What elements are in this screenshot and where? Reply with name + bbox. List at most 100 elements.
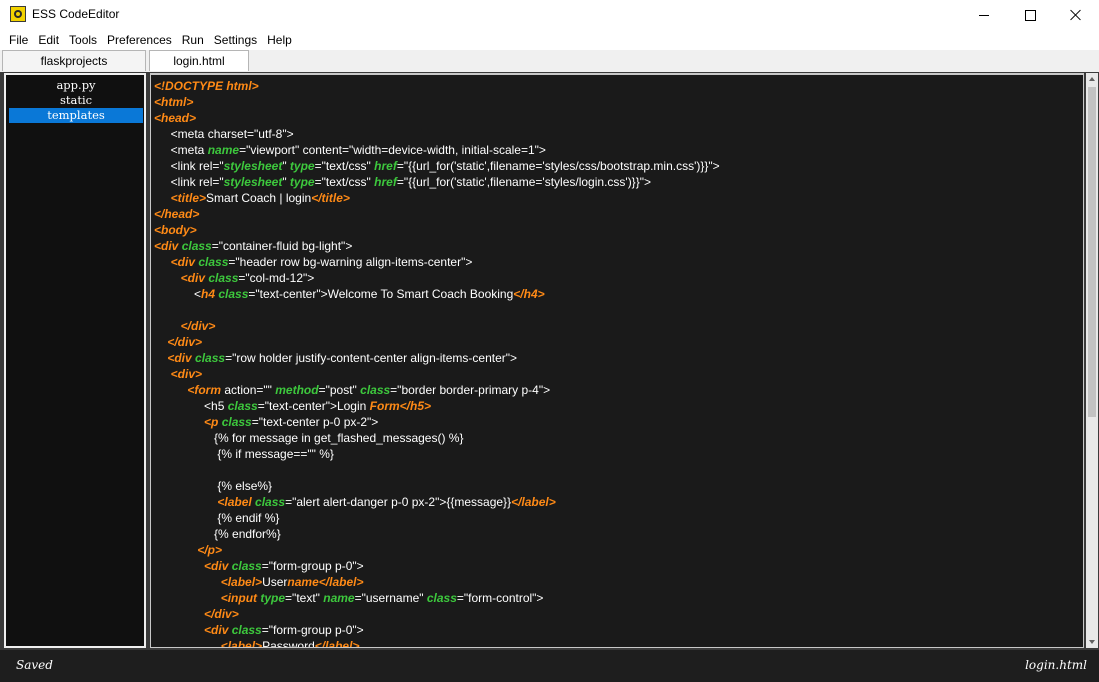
tab-project[interactable]: flaskprojects	[2, 50, 146, 71]
close-icon	[1070, 9, 1082, 21]
status-bar: Saved login.html	[0, 650, 1099, 682]
code-line: <meta name="viewport" content="width=dev…	[154, 142, 720, 158]
menu-file[interactable]: File	[0, 30, 33, 50]
code-token: class	[218, 287, 249, 301]
close-button[interactable]	[1053, 0, 1099, 30]
code-token: class	[208, 271, 239, 285]
code-line: <label>Password</label>	[154, 638, 720, 648]
menu-preferences[interactable]: Preferences	[102, 30, 177, 50]
code-token: ="username"	[354, 591, 427, 605]
code-token: type	[289, 175, 315, 189]
scroll-down-button[interactable]	[1086, 636, 1098, 648]
code-token: class	[255, 495, 286, 509]
menu-tools[interactable]: Tools	[64, 30, 102, 50]
tree-item-static[interactable]: static	[9, 93, 143, 108]
code-line	[154, 462, 720, 478]
code-token: User	[262, 575, 288, 589]
code-token: </label>	[511, 495, 556, 509]
code-line: <link rel="stylesheet" type="text/css" h…	[154, 158, 720, 174]
code-token: <div	[204, 623, 232, 637]
code-line: </div>	[154, 334, 720, 350]
code-token: type	[260, 591, 286, 605]
code-line: <h5 class="text-center">Login Form</h5>	[154, 398, 720, 414]
code-token: Smart Coach | login	[206, 191, 312, 205]
code-line: <input type="text" name="username" class…	[154, 590, 720, 606]
code-line: </div>	[154, 606, 720, 622]
code-token: {% for message in get_flashed_messages()…	[154, 431, 464, 445]
code-line: <label>Username</label>	[154, 574, 720, 590]
code-token: </label>	[314, 639, 360, 648]
code-token: class	[227, 399, 258, 413]
code-line: <html>	[154, 94, 720, 110]
code-editor[interactable]: <!DOCTYPE html> <html> <head> <meta charse…	[150, 73, 1084, 648]
code-token: ="container-fluid bg-light">	[211, 239, 353, 253]
code-line: <label class="alert alert-danger p-0 px-…	[154, 494, 720, 510]
code-token: class	[231, 623, 262, 637]
code-token: <!DOCTYPE html>	[154, 79, 259, 93]
code-token: ="post"	[318, 383, 361, 397]
code-token: class	[198, 255, 229, 269]
code-token: class	[195, 351, 226, 365]
code-token: ="form-group p-0">	[261, 623, 364, 637]
code-token: <p	[204, 415, 222, 429]
file-tree-panel: app.py static templates	[4, 73, 146, 648]
code-token: <title>	[170, 191, 207, 205]
scroll-thumb[interactable]	[1088, 87, 1096, 417]
save-status: Saved	[16, 658, 53, 672]
menu-help[interactable]: Help	[262, 30, 297, 50]
code-token: {% else%}	[154, 479, 273, 493]
code-line: <h4 class="text-center">Welcome To Smart…	[154, 286, 720, 302]
tree-item-app-py[interactable]: app.py	[9, 78, 143, 93]
code-token: </h5>	[399, 399, 432, 413]
code-line: {% for message in get_flashed_messages()…	[154, 430, 720, 446]
app-logo-icon	[10, 6, 26, 22]
code-token: ="col-md-12">	[238, 271, 315, 285]
menu-run[interactable]: Run	[177, 30, 209, 50]
code-token: <meta	[154, 143, 208, 157]
current-file-label: login.html	[1025, 658, 1087, 672]
code-line: <div class="row holder justify-content-c…	[154, 350, 720, 366]
code-token: {% if message=="" %}	[154, 447, 334, 461]
code-token: stylesheet	[223, 159, 283, 173]
editor-scrollbar[interactable]	[1086, 73, 1098, 648]
code-line: <body>	[154, 222, 720, 238]
code-line: <!DOCTYPE html>	[154, 78, 720, 94]
scroll-up-button[interactable]	[1086, 73, 1098, 85]
code-line: {% else%}	[154, 478, 720, 494]
code-token: action=""	[224, 383, 276, 397]
code-line: <div class="form-group p-0">	[154, 622, 720, 638]
menu-settings[interactable]: Settings	[209, 30, 262, 50]
code-line: {% if message=="" %}	[154, 446, 720, 462]
tab-file[interactable]: login.html	[149, 50, 249, 71]
code-token: <	[154, 287, 202, 301]
code-token: <label>	[220, 575, 263, 589]
maximize-button[interactable]	[1007, 0, 1053, 30]
code-token: </h4>	[513, 287, 545, 301]
window-title: ESS CodeEditor	[32, 7, 120, 21]
tree-item-templates[interactable]: templates	[9, 108, 143, 123]
code-line: <div class="container-fluid bg-light">	[154, 238, 720, 254]
code-token: <link rel="	[154, 175, 224, 189]
code-token: ="viewport" content="width=device-width,…	[239, 143, 546, 157]
code-line: {% endif %}	[154, 510, 720, 526]
code-line: <form action="" method="post" class="bor…	[154, 382, 720, 398]
minimize-button[interactable]	[961, 0, 1007, 30]
code-token: <form	[187, 383, 225, 397]
code-token: <div	[170, 255, 199, 269]
code-token: <link rel="	[154, 159, 224, 173]
code-token: ="text-center">Welcome To Smart Coach Bo…	[248, 287, 514, 301]
menu-edit[interactable]: Edit	[33, 30, 64, 50]
code-token: ="alert alert-danger p-0 px-2">{{message…	[285, 495, 512, 509]
code-token: name	[287, 575, 319, 589]
code-token: ="text"	[285, 591, 324, 605]
code-token: {% endif %}	[154, 511, 280, 525]
code-line: <title>Smart Coach | login</title>	[154, 190, 720, 206]
